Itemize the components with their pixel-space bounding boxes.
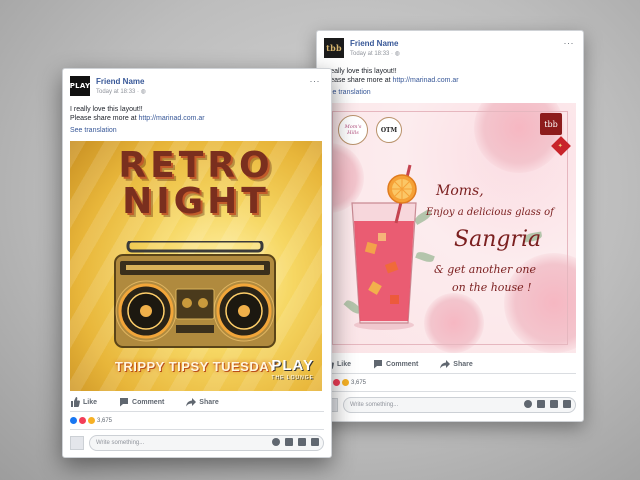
ad-line-2: Enjoy a delicious glass of [426, 207, 554, 218]
more-options-button[interactable]: ··· [564, 38, 575, 48]
reactions-summary[interactable]: 3,675 [70, 417, 112, 424]
post-actions: Like Comment Share [70, 397, 219, 407]
share-button[interactable]: Share [186, 397, 219, 407]
ad-line-3: Sangria [454, 227, 542, 252]
divider [70, 429, 324, 430]
ad-line-5: on the house ! [452, 281, 532, 294]
comment-label: Comment [132, 398, 165, 406]
message-line: Please share more at http://marinad.com.… [70, 114, 205, 123]
post-header: tbb Friend Name Today at 18:33 · ◍ ··· [324, 38, 574, 62]
avatar[interactable]: PLAY [70, 76, 90, 96]
reaction-count: 3,675 [351, 379, 367, 386]
post-timestamp: Today at 18:33 · ◍ [350, 50, 400, 57]
comment-button[interactable]: Comment [373, 359, 418, 369]
share-icon [186, 398, 197, 407]
post-timestamp: Today at 18:33 · ◍ [96, 88, 146, 95]
otm-badge: OTM [376, 117, 402, 143]
divider [70, 411, 324, 412]
comment-tools [524, 400, 571, 408]
see-translation-link[interactable]: See translation [70, 127, 117, 134]
tbb-logo: tbb [540, 113, 562, 135]
share-button[interactable]: Share [440, 359, 473, 369]
emoji-icon[interactable] [524, 400, 532, 408]
poster-title-line-1: RETRO [118, 145, 274, 186]
commenter-avatar [70, 436, 84, 450]
comment-icon [120, 398, 129, 407]
post-actions: Like Comment Share [324, 359, 473, 369]
poster-title-line-2: NIGHT [122, 181, 270, 222]
haha-reaction-icon [88, 417, 95, 424]
share-icon [440, 360, 451, 369]
comment-icon [374, 360, 383, 369]
comment-composer: Write something... [70, 435, 324, 451]
timestamp-text: Today at 18:33 · [96, 89, 141, 95]
author-name[interactable]: Friend Name [96, 77, 144, 86]
post-image-retro-night-poster[interactable]: RETRO NIGHT TRIPPY TIPSY TUESDAY PLAY TH… [70, 141, 322, 391]
thumbs-up-icon [71, 397, 80, 407]
love-reaction-icon [79, 417, 86, 424]
globe-icon: ◍ [140, 89, 146, 95]
gif-icon[interactable] [550, 400, 558, 408]
boombox-illustration [114, 241, 276, 348]
comment-tools [272, 438, 319, 446]
camera-icon[interactable] [285, 438, 293, 446]
sticker-icon[interactable] [311, 438, 319, 446]
like-label: Like [83, 398, 98, 406]
comment-button[interactable]: Comment [119, 397, 164, 407]
message-prefix: Please share more at [70, 115, 139, 122]
globe-icon: ◍ [394, 51, 400, 57]
message-prefix: Please share more at [324, 77, 393, 84]
share-label: Share [453, 360, 473, 368]
post-message: I really love this layout!! Please share… [70, 105, 205, 123]
reaction-count: 3,675 [97, 417, 113, 424]
gif-icon[interactable] [298, 438, 306, 446]
like-reaction-icon [70, 417, 77, 424]
love-reaction-icon [333, 379, 340, 386]
logo-subtext: THE LOUNGE [271, 375, 314, 381]
timestamp-text: Today at 18:33 · [350, 51, 395, 57]
divider [324, 373, 576, 374]
like-label: Like [337, 360, 352, 368]
author-name[interactable]: Friend Name [350, 39, 398, 48]
divider [324, 391, 576, 392]
post-card-sangria: tbb Friend Name Today at 18:33 · ◍ ··· I… [316, 30, 584, 422]
camera-icon[interactable] [537, 400, 545, 408]
avatar[interactable]: tbb [324, 38, 344, 58]
comment-label: Comment [386, 360, 419, 368]
post-header: PLAY Friend Name Today at 18:33 · ◍ ··· [70, 76, 320, 100]
post-card-retro-night: PLAY Friend Name Today at 18:33 · ◍ ··· … [62, 68, 332, 458]
message-line: I really love this layout!! [70, 106, 143, 113]
play-lounge-logo: PLAY THE LOUNGE [271, 358, 314, 385]
more-options-button[interactable]: ··· [310, 76, 321, 86]
post-message: I really love this layout!! Please share… [324, 67, 459, 85]
sticker-icon[interactable] [563, 400, 571, 408]
moms-hills-badge: Mom's Hills [338, 115, 368, 145]
post-link[interactable]: http://marinad.com.ar [392, 77, 458, 84]
message-line: Please share more at http://marinad.com.… [324, 76, 459, 85]
ad-line-4: & get another one [434, 263, 537, 276]
haha-reaction-icon [342, 379, 349, 386]
message-line: I really love this layout!! [324, 68, 397, 75]
post-image-sangria-ad[interactable]: Mom's Hills OTM tbb ✦ Moms, Enjoy a deli… [324, 103, 576, 353]
emoji-icon[interactable] [272, 438, 280, 446]
share-label: Share [199, 398, 219, 406]
sangria-glass-illustration [351, 164, 417, 330]
like-button[interactable]: Like [70, 397, 97, 407]
comment-composer: Write something... [324, 397, 576, 413]
ad-line-1: Moms, [436, 183, 484, 199]
post-link[interactable]: http://marinad.com.ar [138, 115, 204, 122]
